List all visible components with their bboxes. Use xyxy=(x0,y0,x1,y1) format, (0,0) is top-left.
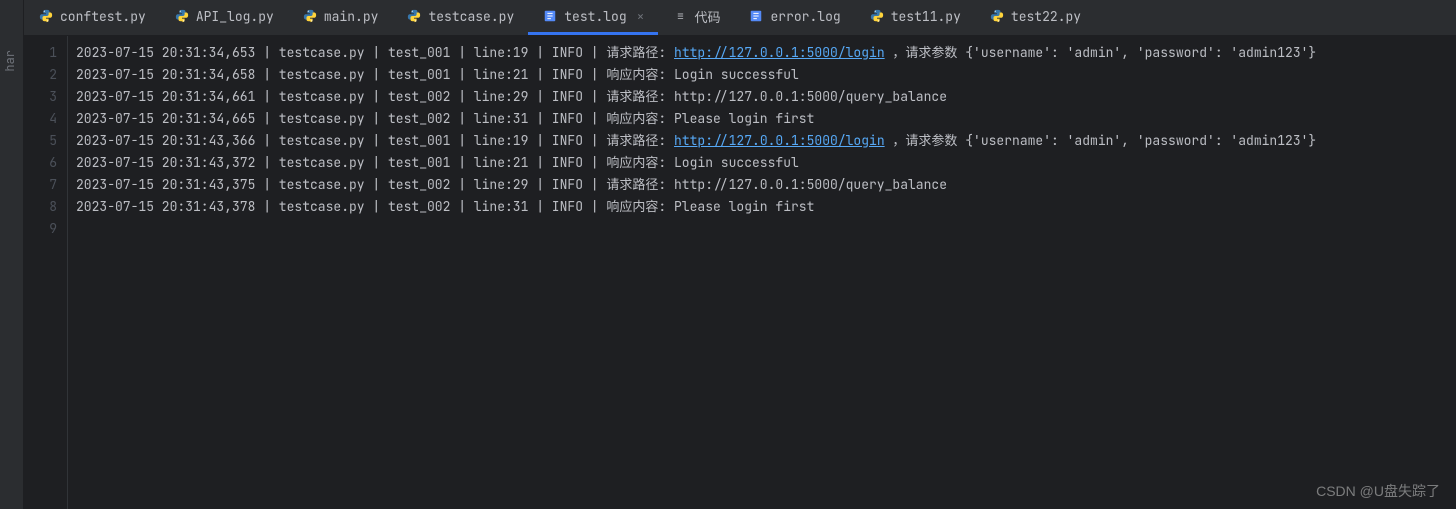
tab-label: error.log xyxy=(770,8,840,25)
tab-代码[interactable]: ≡ 代码 xyxy=(658,0,734,35)
tab-label: test.log xyxy=(564,8,626,25)
close-icon[interactable]: × xyxy=(637,8,645,25)
log-text: 2023-07-15 20:31:43,372 | testcase.py | … xyxy=(76,154,799,171)
log-line: 2023-07-15 20:31:43,372 | testcase.py | … xyxy=(76,152,1456,174)
tab-label: main.py xyxy=(324,8,379,25)
text-file-icon: ≡ xyxy=(672,8,688,24)
log-text: 2023-07-15 20:31:34,661 | testcase.py | … xyxy=(76,88,947,105)
tab-label: test11.py xyxy=(891,8,961,25)
tab-conftest-py[interactable]: conftest.py xyxy=(24,0,160,35)
sidebar-label: har xyxy=(2,50,18,72)
log-text: 2023-07-15 20:31:43,366 | testcase.py | … xyxy=(76,132,674,149)
url-link[interactable]: http://127.0.0.1:5000/login xyxy=(674,132,885,149)
log-text: ，请求参数 {'username': 'admin', 'password': … xyxy=(885,132,1317,149)
line-gutter: 123456789 xyxy=(24,36,68,509)
line-number[interactable]: 7 xyxy=(24,174,57,196)
tab-label: conftest.py xyxy=(60,8,146,25)
tab-label: API_log.py xyxy=(196,8,274,25)
log-line: 2023-07-15 20:31:34,665 | testcase.py | … xyxy=(76,108,1456,130)
log-file-icon xyxy=(542,8,558,24)
line-number[interactable]: 3 xyxy=(24,86,57,108)
log-line: 2023-07-15 20:31:34,661 | testcase.py | … xyxy=(76,86,1456,108)
url-link[interactable]: http://127.0.0.1:5000/login xyxy=(674,44,885,61)
line-number[interactable]: 9 xyxy=(24,218,57,240)
tab-label: testcase.py xyxy=(428,8,514,25)
python-icon xyxy=(869,8,885,24)
tab-API_log-py[interactable]: API_log.py xyxy=(160,0,288,35)
log-line: 2023-07-15 20:31:43,366 | testcase.py | … xyxy=(76,130,1456,152)
python-icon xyxy=(38,8,54,24)
log-text: ，请求参数 {'username': 'admin', 'password': … xyxy=(885,44,1317,61)
tab-label: 代码 xyxy=(694,7,720,26)
log-file-icon xyxy=(748,8,764,24)
log-text: 2023-07-15 20:31:34,653 | testcase.py | … xyxy=(76,44,674,61)
python-icon xyxy=(406,8,422,24)
line-number[interactable]: 8 xyxy=(24,196,57,218)
log-line: 2023-07-15 20:31:43,375 | testcase.py | … xyxy=(76,174,1456,196)
editor: 123456789 2023-07-15 20:31:34,653 | test… xyxy=(24,36,1456,509)
main-area: conftest.py API_log.py main.py testcase.py t… xyxy=(24,0,1456,509)
log-text: 2023-07-15 20:31:43,375 | testcase.py | … xyxy=(76,176,947,193)
tab-error-log[interactable]: error.log xyxy=(734,0,854,35)
log-line: 2023-07-15 20:31:43,378 | testcase.py | … xyxy=(76,196,1456,218)
log-text: 2023-07-15 20:31:43,378 | testcase.py | … xyxy=(76,198,814,215)
editor-content[interactable]: 2023-07-15 20:31:34,653 | testcase.py | … xyxy=(68,36,1456,509)
project-sidebar[interactable]: har xyxy=(0,0,24,509)
tab-main-py[interactable]: main.py xyxy=(288,0,393,35)
line-number[interactable]: 1 xyxy=(24,42,57,64)
tab-testcase-py[interactable]: testcase.py xyxy=(392,0,528,35)
log-line: 2023-07-15 20:31:34,658 | testcase.py | … xyxy=(76,64,1456,86)
log-line: 2023-07-15 20:31:34,653 | testcase.py | … xyxy=(76,42,1456,64)
tab-test22-py[interactable]: test22.py xyxy=(975,0,1095,35)
log-line xyxy=(76,218,1456,240)
editor-tabs: conftest.py API_log.py main.py testcase.py t… xyxy=(24,0,1456,36)
python-icon xyxy=(989,8,1005,24)
line-number[interactable]: 6 xyxy=(24,152,57,174)
tab-label: test22.py xyxy=(1011,8,1081,25)
log-text: 2023-07-15 20:31:34,658 | testcase.py | … xyxy=(76,66,799,83)
line-number[interactable]: 2 xyxy=(24,64,57,86)
watermark: CSDN @U盘失踪了 xyxy=(1316,481,1440,501)
python-icon xyxy=(174,8,190,24)
line-number[interactable]: 5 xyxy=(24,130,57,152)
log-text: 2023-07-15 20:31:34,665 | testcase.py | … xyxy=(76,110,814,127)
python-icon xyxy=(302,8,318,24)
tab-test11-py[interactable]: test11.py xyxy=(855,0,975,35)
line-number[interactable]: 4 xyxy=(24,108,57,130)
tab-test-log[interactable]: test.log × xyxy=(528,0,658,35)
